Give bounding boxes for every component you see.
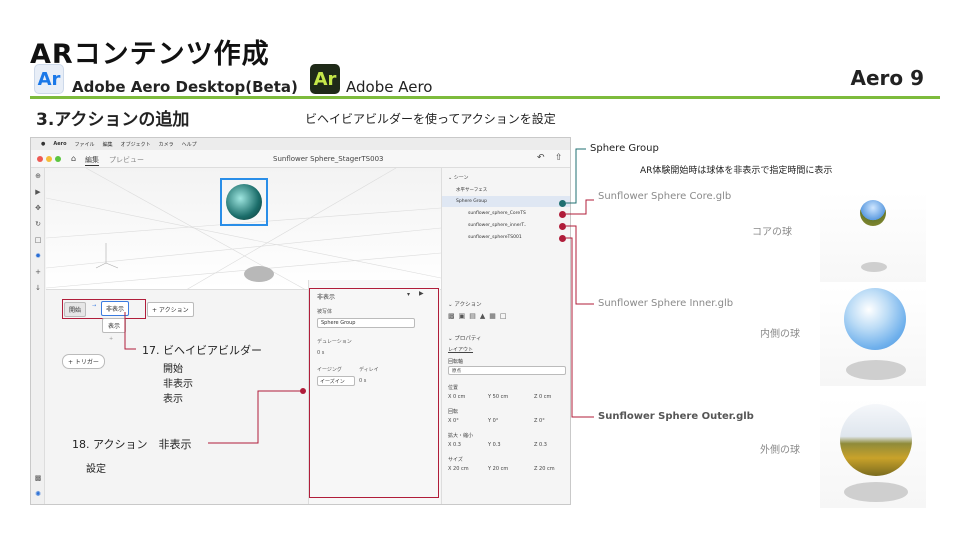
step-17-item: 開始 bbox=[163, 364, 183, 375]
sphere-group-note: AR体験開始時は球体を非表示で指定時間に表示 bbox=[640, 166, 833, 176]
outer-label: 外側の球 bbox=[760, 445, 800, 456]
core-sphere-image bbox=[860, 200, 886, 226]
step-17-list: 開始 非表示 表示 bbox=[163, 362, 193, 407]
step-18-label: 18. アクション 非表示 bbox=[72, 438, 192, 451]
callout-lines bbox=[124, 148, 594, 444]
core-file-callout: Sunflower Sphere Core.glb bbox=[598, 191, 732, 202]
core-label: コアの球 bbox=[752, 227, 792, 238]
step-17-label: 17. ビヘイビアビルダー bbox=[142, 344, 262, 357]
inner-file-callout: Sunflower Sphere Inner.glb bbox=[598, 298, 734, 309]
core-sphere-thumbnail bbox=[820, 192, 926, 282]
outer-sphere-shadow bbox=[844, 482, 908, 502]
sphere-group-callout: Sphere Group bbox=[590, 143, 659, 154]
outer-sphere-thumbnail bbox=[820, 398, 926, 508]
outer-file-callout: Sunflower Sphere Outer.glb bbox=[598, 411, 754, 422]
core-sphere-shadow bbox=[861, 262, 887, 272]
inner-sphere-image bbox=[844, 288, 906, 350]
inner-sphere-shadow bbox=[846, 360, 906, 380]
inner-label: 内側の球 bbox=[760, 329, 800, 340]
step-18-sub: 設定 bbox=[86, 464, 106, 475]
step-17-item: 非表示 bbox=[163, 379, 193, 390]
outer-sphere-image bbox=[840, 404, 912, 476]
step-17-item: 表示 bbox=[163, 394, 183, 405]
inner-sphere-thumbnail bbox=[820, 286, 926, 386]
